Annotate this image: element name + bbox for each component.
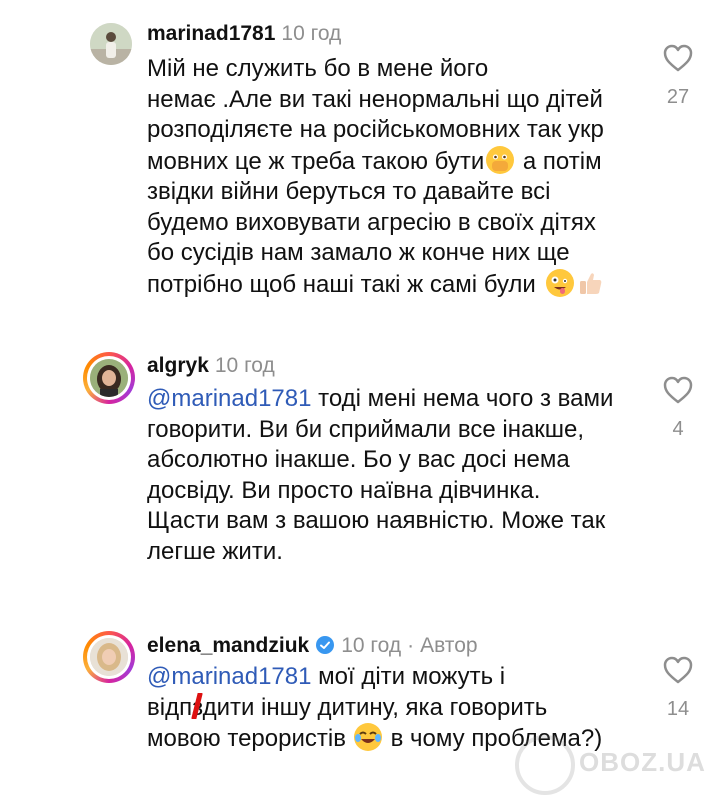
heart-outline-icon[interactable] — [663, 44, 693, 72]
hands-over-mouth-emoji — [486, 145, 515, 174]
timestamp: 10 год — [214, 354, 275, 377]
like-control: 4 — [658, 376, 698, 441]
like-count: 14 — [666, 698, 690, 720]
comment-header: elena_mandziuk 10 год · Автор — [147, 634, 478, 661]
tears-of-joy-emoji — [353, 723, 382, 751]
author-label: Автор — [420, 634, 478, 657]
username[interactable]: elena_mandziuk — [147, 634, 309, 657]
heart-outline-icon[interactable] — [663, 656, 693, 684]
like-control: 27 — [658, 44, 698, 109]
comment-item: marinad1781 10 год Мій не служить бо в ме… — [0, 0, 724, 330]
username[interactable]: marinad1781 — [147, 22, 275, 45]
zany-face-emoji — [545, 268, 574, 297]
avatar[interactable] — [90, 638, 128, 676]
watermark-logo-icon — [515, 735, 575, 795]
watermark-text: OBOZ.UA — [579, 747, 706, 777]
censor-mark — [191, 693, 203, 719]
verified-badge-icon — [315, 635, 335, 661]
watermark: OBOZ.UA — [515, 735, 715, 795]
comment-text: @marinad1781 тоді мені нема чого з вами … — [147, 384, 647, 567]
username[interactable]: algryk — [147, 354, 209, 377]
mention-link[interactable]: @marinad1781 — [147, 663, 311, 690]
comment-item: algryk 10 год @marinad1781 тоді мені нема… — [0, 330, 724, 620]
avatar[interactable] — [90, 359, 128, 397]
timestamp: 10 год — [281, 22, 342, 45]
avatar[interactable] — [90, 23, 132, 65]
like-count: 4 — [672, 418, 684, 440]
like-count: 27 — [666, 86, 690, 108]
thumbs-up-emoji — [576, 269, 604, 306]
mention-link[interactable]: @marinad1781 — [147, 385, 311, 412]
comment-header: algryk 10 год — [147, 354, 275, 378]
like-control: 14 — [658, 656, 698, 721]
separator: · — [407, 634, 415, 657]
timestamp: 10 год — [341, 634, 402, 657]
heart-outline-icon[interactable] — [663, 376, 693, 404]
comment-text: Мій не служить бо в мене його немає .Але… — [147, 54, 647, 305]
comment-header: marinad1781 10 год — [147, 22, 341, 46]
